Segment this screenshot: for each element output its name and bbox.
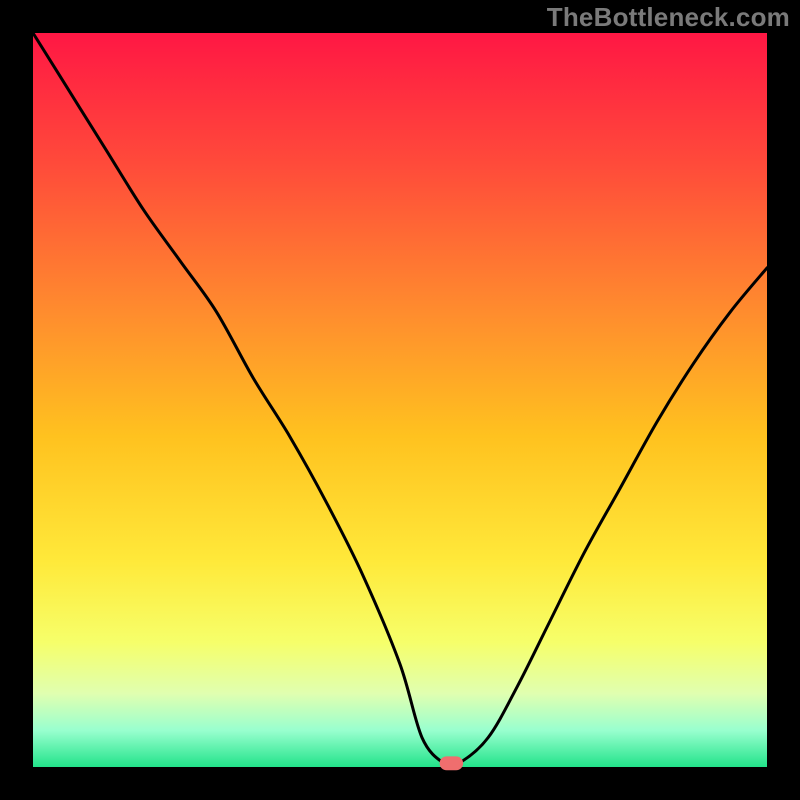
chart-svg bbox=[0, 0, 800, 800]
optimal-marker bbox=[440, 756, 464, 770]
watermark: TheBottleneck.com bbox=[547, 2, 790, 33]
chart-frame: TheBottleneck.com bbox=[0, 0, 800, 800]
plot-background bbox=[33, 33, 767, 767]
